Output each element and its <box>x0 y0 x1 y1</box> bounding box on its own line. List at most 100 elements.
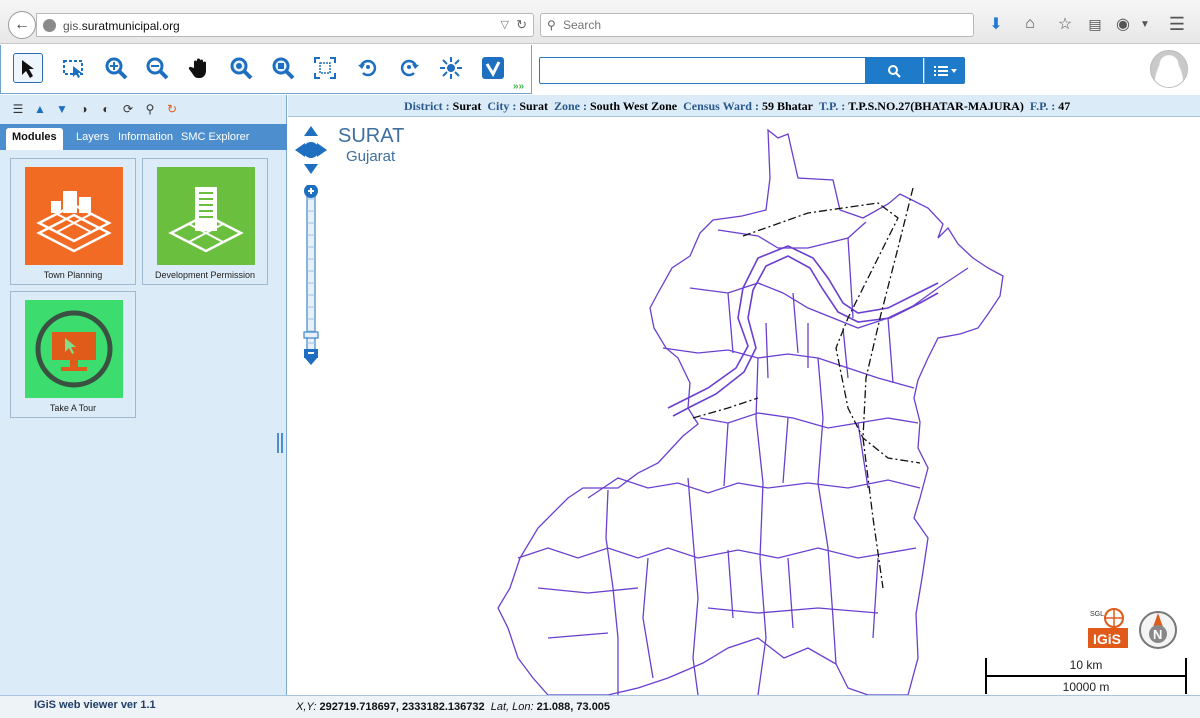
reload-icon[interactable]: ↻ <box>516 17 527 33</box>
next-extent-tool[interactable] <box>394 53 424 83</box>
layer-search-icon[interactable]: ⚲ <box>142 101 158 117</box>
map-canvas[interactable]: SURAT Gujarat SGL IGiS N 10 km 10000 m <box>288 118 1200 695</box>
contrast-icon[interactable]: ◐ <box>98 101 114 117</box>
previous-extent-icon <box>358 59 377 77</box>
bookmark-star-icon[interactable]: ☆ <box>1054 13 1076 35</box>
panel-icon-bar: ☰ ▲ ▼ ◑ ◐ ⟳ ⚲ ↻ <box>10 100 180 118</box>
select-box-tool[interactable] <box>59 53 89 83</box>
menu-icon[interactable]: ☰ <box>1166 13 1188 35</box>
ward-line <box>587 477 921 499</box>
logo-text-sgl: SGL <box>1090 611 1104 618</box>
tab-layers[interactable]: Layers <box>72 128 113 150</box>
tp-value: T.P.S.NO.27(BHATAR-MAJURA) <box>848 99 1024 113</box>
tab-information[interactable]: Information <box>114 128 177 150</box>
location-info-bar: District : Surat City : Surat Zone : Sou… <box>288 95 1200 117</box>
zoom-out-tool[interactable] <box>142 53 172 83</box>
list-icon[interactable]: ☰ <box>10 101 26 117</box>
ward-line <box>699 412 919 429</box>
pan-tool[interactable] <box>185 53 215 83</box>
zoom-extent-icon <box>230 57 253 80</box>
ward-line <box>605 489 619 695</box>
addon-dropdown-icon[interactable]: ▼ <box>1134 13 1156 35</box>
zoom-in-alt-tool[interactable] <box>226 53 256 83</box>
browser-toolbar: ← gis.suratmunicipal.org ▽ ↻ ⚲ ⬇ ⌂ ☆ ▤ ◉… <box>0 0 1200 44</box>
list-dropdown-icon <box>933 65 957 76</box>
coordinate-readout: X,Y: 292719.718697, 2333182.136732 Lat, … <box>296 701 611 713</box>
module-town-planning[interactable]: Town Planning <box>10 158 136 285</box>
module-take-a-tour[interactable]: Take A Tour <box>10 291 136 418</box>
next-extent-icon <box>400 59 419 77</box>
expand-toolbar-icon[interactable]: »» <box>513 81 524 92</box>
ward-line <box>662 347 915 389</box>
railway-line <box>862 187 914 589</box>
left-panel: ☰ ▲ ▼ ◑ ◐ ⟳ ⚲ ↻ Modules Layers Informati… <box>0 95 287 695</box>
user-avatar[interactable] <box>1150 50 1188 88</box>
ward-line <box>817 357 837 665</box>
ward-line <box>517 547 917 559</box>
expand-up-icon[interactable]: ▲ <box>32 101 48 117</box>
address-bar[interactable]: gis.suratmunicipal.org ▽ ↻ <box>36 13 534 37</box>
reading-list-icon[interactable]: ▤ <box>1084 13 1106 35</box>
ward-line <box>765 322 849 379</box>
pan-arrows-control[interactable] <box>293 124 329 176</box>
fp-value: 47 <box>1058 99 1071 113</box>
status-bar: IGiS web viewer ver 1.1 X,Y: 292719.7186… <box>0 695 1200 718</box>
take-a-tour-tile <box>25 300 123 398</box>
previous-extent-tool[interactable] <box>353 53 383 83</box>
url-dropdown-icon[interactable]: ▽ <box>501 18 509 31</box>
clear-tool[interactable] <box>436 53 466 83</box>
zoom-out-alt-tool[interactable] <box>268 53 298 83</box>
city-boundary-map[interactable] <box>288 118 1200 695</box>
collapse-down-icon[interactable]: ▼ <box>54 101 70 117</box>
back-arrow-icon: ← <box>14 16 30 33</box>
refresh-page-icon[interactable]: ⟳ <box>120 101 136 117</box>
map-search-box <box>539 57 965 84</box>
xy-value: 292719.718697, 2333182.136732 <box>319 701 485 713</box>
download-icon[interactable]: ⬇ <box>985 13 1007 35</box>
map-title-city: SURAT <box>338 125 405 147</box>
tab-modules[interactable]: Modules <box>6 128 63 150</box>
igis-logo: SGL IGiS <box>1088 606 1128 648</box>
panel-splitter-handle[interactable] <box>277 433 283 453</box>
arrow-cursor-icon <box>22 60 34 78</box>
building-icon <box>168 187 244 253</box>
ward-line <box>537 587 879 639</box>
scale-km-label: 10 km <box>1069 658 1103 672</box>
full-extent-tool[interactable] <box>310 53 340 83</box>
ward-line <box>687 477 699 695</box>
ward-line <box>723 417 869 489</box>
sync-icon[interactable]: ↻ <box>164 101 180 117</box>
zone-value: South West Zone <box>590 99 678 113</box>
back-button[interactable]: ← <box>8 11 36 39</box>
zoom-out-icon <box>146 57 169 80</box>
district-value: Surat <box>452 99 482 113</box>
module-development-permission[interactable]: Development Permission <box>142 158 268 285</box>
browser-search-box[interactable]: ⚲ <box>540 13 974 37</box>
map-search-button[interactable] <box>865 58 923 83</box>
identify-tool[interactable] <box>478 53 508 83</box>
scale-m-label: 10000 m <box>1062 680 1110 694</box>
zoom-slider[interactable] <box>303 185 319 365</box>
ward-value: 59 Bhatar <box>761 99 813 113</box>
search-options-button[interactable] <box>924 58 964 83</box>
zoom-in-tool[interactable] <box>101 53 131 83</box>
browser-search-input[interactable] <box>563 18 963 32</box>
town-planning-tile <box>25 167 123 265</box>
select-box-icon <box>63 60 83 78</box>
map-search-input[interactable] <box>544 62 858 80</box>
identify-icon <box>482 57 504 79</box>
select-arrow-tool[interactable] <box>13 53 43 83</box>
tab-smc-explorer[interactable]: SMC Explorer <box>177 128 253 150</box>
url-text: gis.suratmunicipal.org <box>63 19 180 33</box>
home-icon[interactable]: ⌂ <box>1019 13 1041 35</box>
latlon-value: 21.088, 73.005 <box>536 701 611 713</box>
zoom-layer-icon <box>272 57 295 80</box>
addon-icon[interactable]: ◉ <box>1112 13 1134 35</box>
monitor-icon <box>35 310 113 388</box>
river-bank-south <box>672 255 939 417</box>
module-label: Development Permission <box>154 270 256 280</box>
search-icon <box>888 64 901 78</box>
search-icon: ⚲ <box>547 18 556 32</box>
map-title-state: Gujarat <box>346 148 396 165</box>
half-circle-icon[interactable]: ◑ <box>76 101 92 117</box>
